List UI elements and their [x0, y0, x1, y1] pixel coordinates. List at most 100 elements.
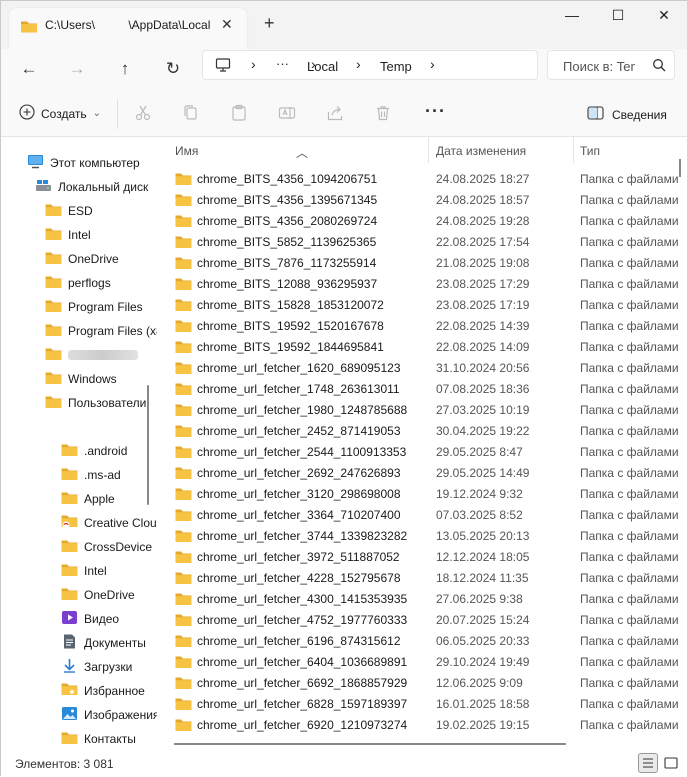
- sidebar-item[interactable]: [45, 344, 138, 366]
- forward-button[interactable]: →: [63, 55, 91, 83]
- file-row[interactable]: chrome_BITS_12088_936295937 23.08.2025 17…: [157, 273, 687, 294]
- file-row[interactable]: chrome_url_fetcher_2452_871419053 30.04.2…: [157, 420, 687, 441]
- file-row[interactable]: chrome_BITS_7876_1173255914 21.08.2025 19…: [157, 252, 687, 273]
- file-row[interactable]: chrome_url_fetcher_6404_1036689891 29.10.…: [157, 651, 687, 672]
- file-date: 31.10.2024 20:56: [436, 361, 530, 375]
- details-view-button[interactable]: [638, 753, 658, 773]
- maximize-button[interactable]: ☐: [595, 7, 641, 24]
- sidebar-scrollbar[interactable]: [147, 385, 149, 505]
- sidebar-item[interactable]: Apple: [61, 488, 115, 510]
- file-row[interactable]: chrome_url_fetcher_3744_1339823282 13.05.…: [157, 525, 687, 546]
- file-row[interactable]: chrome_url_fetcher_6196_874315612 06.05.2…: [157, 630, 687, 651]
- sidebar-item-label: perflogs: [68, 276, 111, 290]
- sidebar-item[interactable]: Изображения: [61, 704, 157, 726]
- file-row[interactable]: chrome_BITS_4356_1094206751 24.08.2025 18…: [157, 168, 687, 189]
- sidebar-item[interactable]: CrossDevice: [61, 536, 152, 558]
- sidebar-item[interactable]: Пользователи: [45, 392, 146, 414]
- toolbar-divider: [117, 99, 118, 129]
- file-row[interactable]: chrome_url_fetcher_4300_1415353935 27.06.…: [157, 588, 687, 609]
- file-list-horizontal-scrollbar[interactable]: [174, 743, 566, 745]
- close-button[interactable]: ✕: [641, 7, 687, 24]
- file-row[interactable]: chrome_url_fetcher_4752_1977760333 20.07.…: [157, 609, 687, 630]
- up-button[interactable]: ↑: [111, 55, 139, 83]
- sidebar-item[interactable]: Program Files (x86): [45, 320, 157, 342]
- sidebar-item[interactable]: Creative Cloud Files: [61, 512, 157, 534]
- file-name: chrome_url_fetcher_2544_1100913353: [197, 445, 407, 459]
- sidebar-item[interactable]: Локальный диск: [35, 176, 148, 198]
- sidebar-item[interactable]: Windows: [45, 368, 117, 390]
- sidebar-item[interactable]: Intel: [45, 224, 91, 246]
- sidebar-item[interactable]: Intel: [61, 560, 107, 582]
- back-button[interactable]: ←: [15, 55, 43, 83]
- details-button[interactable]: Сведения: [587, 106, 667, 123]
- address-bar[interactable]: › ··· › Local › Temp ›: [202, 50, 538, 80]
- breadcrumb-local[interactable]: Local: [307, 59, 338, 74]
- computer-icon[interactable]: [215, 57, 231, 76]
- search-box[interactable]: Поиск в: Temp: [547, 50, 675, 80]
- file-row[interactable]: chrome_url_fetcher_2544_1100913353 29.05.…: [157, 441, 687, 462]
- file-row[interactable]: chrome_url_fetcher_3972_511887052 12.12.2…: [157, 546, 687, 567]
- column-divider[interactable]: [573, 137, 574, 163]
- file-row[interactable]: chrome_url_fetcher_3364_710207400 07.03.2…: [157, 504, 687, 525]
- file-row[interactable]: chrome_BITS_4356_1395671345 24.08.2025 18…: [157, 189, 687, 210]
- file-row[interactable]: chrome_url_fetcher_3120_298698008 19.12.2…: [157, 483, 687, 504]
- file-row[interactable]: chrome_url_fetcher_1620_689095123 31.10.2…: [157, 357, 687, 378]
- sidebar-item[interactable]: perflogs: [45, 272, 111, 294]
- column-divider[interactable]: [428, 137, 429, 163]
- file-row[interactable]: chrome_BITS_4356_2080269724 24.08.2025 19…: [157, 210, 687, 231]
- file-name: chrome_BITS_15828_1853120072: [197, 298, 384, 312]
- sidebar-item[interactable]: Видео: [61, 608, 119, 630]
- sidebar-item[interactable]: Избранное: [61, 680, 145, 702]
- file-row[interactable]: chrome_url_fetcher_1748_263613011 07.08.2…: [157, 378, 687, 399]
- minimize-button[interactable]: —: [549, 7, 595, 23]
- refresh-button[interactable]: ↻: [159, 55, 187, 83]
- file-row[interactable]: chrome_url_fetcher_1980_1248785688 27.03.…: [157, 399, 687, 420]
- delete-icon[interactable]: [374, 104, 394, 124]
- breadcrumb-chevron[interactable]: ›: [430, 56, 435, 72]
- file-row[interactable]: chrome_url_fetcher_4228_152795678 18.12.2…: [157, 567, 687, 588]
- file-type: Папка с файлами: [580, 529, 679, 543]
- tab-title: C:\Users\ \AppData\Local: [45, 18, 211, 32]
- sidebar-item[interactable]: .ms-ad: [61, 464, 121, 486]
- file-row[interactable]: chrome_url_fetcher_6692_1868857929 12.06.…: [157, 672, 687, 693]
- file-type: Папка с файлами: [580, 340, 679, 354]
- sidebar-item-label: Apple: [84, 492, 115, 506]
- column-header-name[interactable]: Имя: [175, 144, 198, 158]
- tab-local[interactable]: C:\Users\ \AppData\Local ✕: [9, 8, 247, 49]
- new-tab-button[interactable]: +: [264, 13, 275, 34]
- breadcrumb-overflow-button[interactable]: ···: [276, 56, 289, 71]
- sidebar-item[interactable]: Program Files: [45, 296, 143, 318]
- sidebar-item[interactable]: Контакты: [61, 728, 136, 750]
- create-button[interactable]: Создать ⌄: [19, 104, 101, 123]
- file-name: chrome_url_fetcher_4300_1415353935: [197, 592, 408, 606]
- sidebar-item[interactable]: OneDrive: [45, 248, 119, 270]
- file-type: Папка с файлами: [580, 655, 679, 669]
- folder-icon: [61, 731, 78, 748]
- file-row[interactable]: chrome_BITS_19592_1844695841 22.08.2025 1…: [157, 336, 687, 357]
- sidebar-item[interactable]: .android: [61, 440, 127, 462]
- file-row[interactable]: chrome_BITS_5852_1139625365 22.08.2025 17…: [157, 231, 687, 252]
- column-header-date[interactable]: Дата изменения: [436, 144, 526, 158]
- paste-icon[interactable]: [230, 104, 250, 124]
- file-row[interactable]: chrome_url_fetcher_6920_1210973274 19.02.…: [157, 714, 687, 735]
- tab-close-icon[interactable]: ✕: [221, 16, 233, 33]
- file-type: Папка с файлами: [580, 298, 679, 312]
- sidebar-item[interactable]: OneDrive: [61, 584, 135, 606]
- file-list-vertical-scrollbar[interactable]: [679, 159, 681, 177]
- sidebar-item[interactable]: Загрузки: [61, 656, 132, 678]
- file-row[interactable]: chrome_BITS_15828_1853120072 23.08.2025 1…: [157, 294, 687, 315]
- sidebar-item[interactable]: ESD: [45, 200, 93, 222]
- cut-icon[interactable]: [134, 104, 154, 124]
- share-icon[interactable]: [326, 104, 346, 124]
- rename-icon[interactable]: [278, 104, 298, 124]
- tiles-view-button[interactable]: [661, 753, 681, 773]
- file-row[interactable]: chrome_url_fetcher_2692_247626893 29.05.2…: [157, 462, 687, 483]
- copy-icon[interactable]: [182, 104, 202, 124]
- more-options-button[interactable]: ···: [425, 101, 446, 122]
- file-row[interactable]: chrome_BITS_19592_1520167678 22.08.2025 1…: [157, 315, 687, 336]
- file-row[interactable]: chrome_url_fetcher_6828_1597189397 16.01.…: [157, 693, 687, 714]
- breadcrumb-temp[interactable]: Temp: [380, 59, 412, 74]
- sidebar-item[interactable]: Документы: [61, 632, 146, 654]
- column-header-type[interactable]: Тип: [580, 144, 600, 158]
- sidebar-item[interactable]: Этот компьютер: [27, 152, 140, 174]
